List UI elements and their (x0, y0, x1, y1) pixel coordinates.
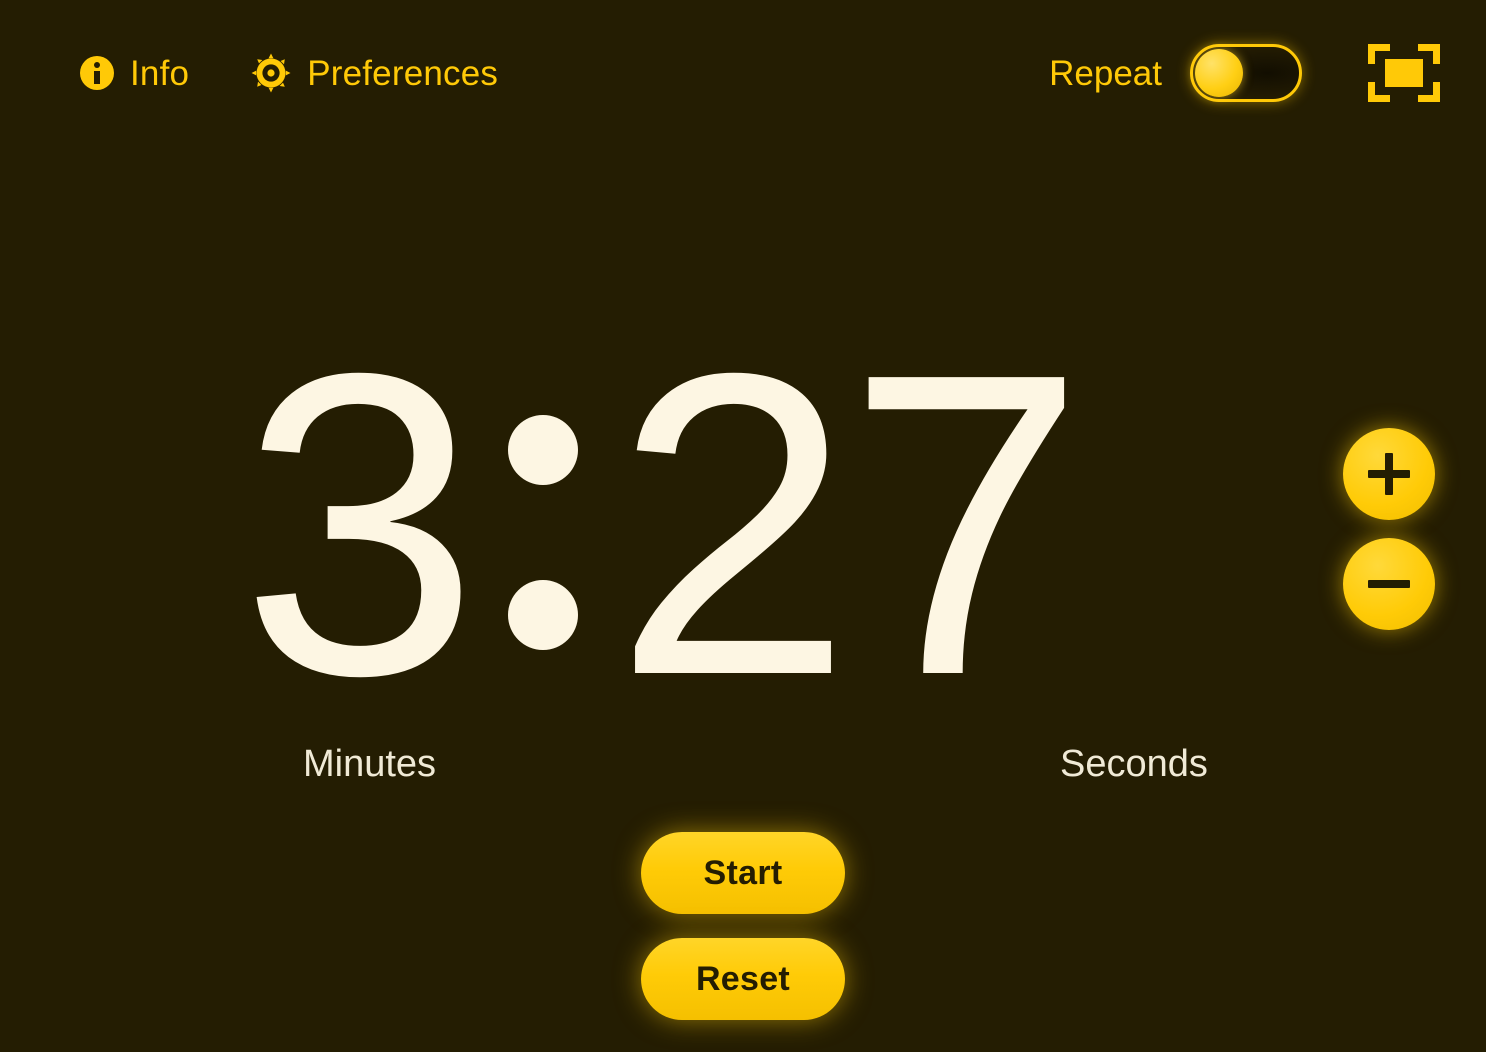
repeat-label: Repeat (1049, 53, 1162, 93)
info-button[interactable]: Info (80, 56, 189, 91)
info-circle-icon (80, 56, 114, 90)
increment-button[interactable] (1343, 428, 1435, 520)
colon-dot-bottom (508, 580, 579, 650)
reset-button[interactable]: Reset (641, 938, 845, 1020)
timer-separator (473, 395, 613, 655)
minutes-label: Minutes (303, 743, 437, 785)
seconds-value[interactable]: 27 (613, 310, 1085, 740)
colon-dot-top (508, 415, 579, 485)
gear-icon (251, 53, 291, 93)
toggle-switch-icon (1195, 49, 1243, 97)
decrement-button[interactable] (1343, 538, 1435, 630)
repeat-toggle[interactable] (1190, 44, 1302, 102)
plus-icon-bar-v (1385, 453, 1393, 495)
seconds-label: Seconds (1060, 743, 1208, 785)
header-left-menu: Info Preferences (80, 53, 498, 93)
minus-icon (1368, 580, 1410, 588)
preferences-button[interactable]: Preferences (251, 53, 498, 93)
info-label: Info (130, 53, 190, 93)
header-right-controls: Repeat (1049, 44, 1440, 102)
action-buttons: Start Reset (0, 832, 1486, 1020)
start-button[interactable]: Start (641, 832, 845, 914)
minutes-value[interactable]: 3 (240, 310, 479, 740)
fullscreen-button[interactable] (1368, 44, 1440, 102)
timer-stepper (1343, 428, 1435, 630)
app-header: Info Preferences Repeat (0, 0, 1486, 146)
timer-digits: 3 27 (0, 310, 1320, 740)
unit-labels: Minutes Seconds (0, 745, 1486, 795)
preferences-label: Preferences (307, 53, 499, 93)
timer-display: 3 27 (0, 310, 1486, 740)
repeat-control: Repeat (1049, 44, 1302, 102)
